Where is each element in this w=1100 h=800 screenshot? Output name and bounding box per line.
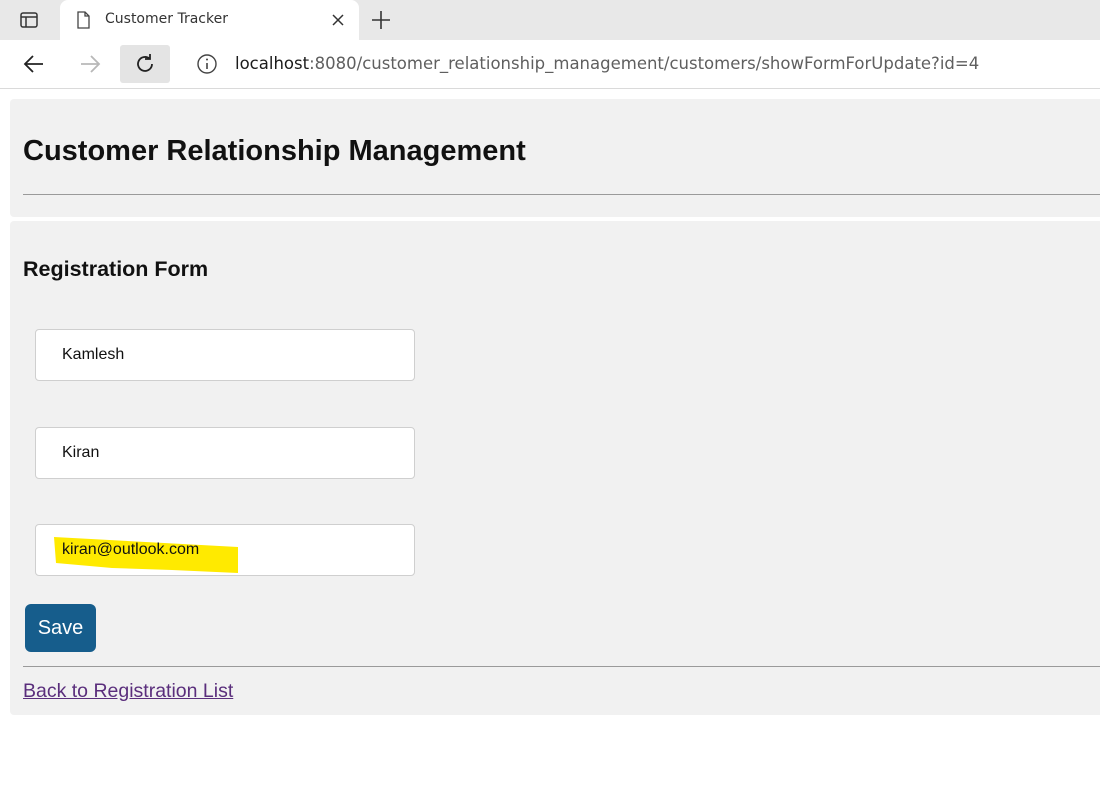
- first-name-input[interactable]: [36, 330, 414, 380]
- header-divider: [23, 194, 1100, 195]
- sidebar-icon: [20, 12, 38, 28]
- page-icon: [77, 11, 90, 29]
- page-title: Customer Relationship Management: [23, 135, 526, 167]
- tab-title: Customer Tracker: [105, 11, 228, 27]
- email-input[interactable]: [36, 525, 414, 575]
- email-field: [35, 524, 415, 576]
- save-button[interactable]: Save: [25, 604, 96, 652]
- close-icon[interactable]: [328, 10, 348, 30]
- tab-bar: Customer Tracker: [0, 0, 1100, 40]
- form-title: Registration Form: [23, 257, 209, 281]
- forward-arrow-icon: [81, 55, 101, 73]
- reload-icon: [137, 54, 153, 72]
- header-panel: Customer Relationship Management: [10, 99, 1100, 217]
- url-text[interactable]: localhost:8080/customer_relationship_man…: [235, 54, 979, 73]
- back-arrow-icon: [23, 55, 43, 73]
- footer-divider: [23, 666, 1100, 667]
- info-icon[interactable]: [196, 53, 218, 75]
- browser-toolbar: localhost:8080/customer_relationship_man…: [0, 40, 1100, 89]
- last-name-input[interactable]: [36, 428, 414, 478]
- forward-button[interactable]: [70, 45, 110, 83]
- url-host: localhost: [235, 54, 310, 73]
- back-button[interactable]: [14, 45, 54, 83]
- url-path: :8080/customer_relationship_management/c…: [309, 54, 980, 73]
- last-name-field: [35, 427, 415, 479]
- form-panel: Registration Form Save Back to Registrat…: [10, 221, 1100, 715]
- sidebar-toggle-button[interactable]: [12, 6, 46, 34]
- address-bar[interactable]: localhost:8080/customer_relationship_man…: [180, 45, 1100, 83]
- browser-tab[interactable]: Customer Tracker: [60, 0, 359, 40]
- reload-button[interactable]: [120, 45, 170, 83]
- plus-icon[interactable]: [369, 8, 393, 32]
- first-name-field: [35, 329, 415, 381]
- back-to-list-link[interactable]: Back to Registration List: [23, 680, 233, 703]
